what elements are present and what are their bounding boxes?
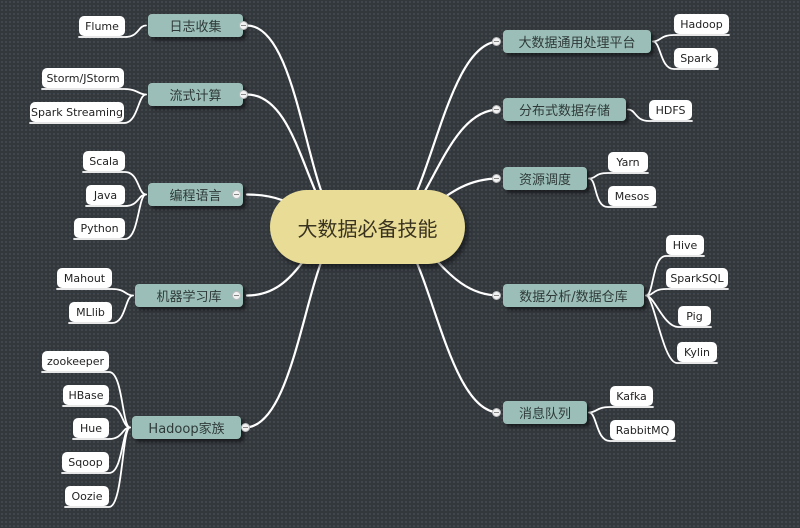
- branch-ml-libraries[interactable]: 机器学习库: [135, 284, 243, 307]
- leaf-label: Pig: [686, 309, 703, 323]
- leaf-label: HBase: [68, 388, 104, 402]
- leaf-spark-streaming[interactable]: Spark Streaming: [30, 102, 124, 122]
- leaf-label: Mahout: [63, 271, 106, 285]
- leaf-oozie[interactable]: Oozie: [65, 486, 109, 506]
- leaf-rabbitmq[interactable]: RabbitMQ: [610, 420, 675, 440]
- mindmap-canvas: 大数据必备技能 日志收集 流式计算 编程语言 机器学习库 Hadoop家族 Fl…: [0, 0, 800, 528]
- collapse-toggle-icon[interactable]: [241, 423, 250, 432]
- leaf-sqoop[interactable]: Sqoop: [62, 452, 109, 472]
- leaf-label: Oozie: [71, 489, 103, 503]
- branch-leaf-connector: [645, 288, 729, 297]
- branch-label: 分布式数据存储: [518, 104, 610, 119]
- branch-distributed-storage[interactable]: 分布式数据存储: [503, 98, 626, 121]
- leaf-java[interactable]: Java: [86, 185, 125, 205]
- branch-data-analysis-warehouse[interactable]: 数据分析/数据仓库: [503, 284, 644, 307]
- branch-leaf-connector: [588, 406, 654, 414]
- leaf-label: Yarn: [616, 155, 640, 169]
- branch-label: 编程语言: [169, 189, 222, 204]
- branch-label: 流式计算: [169, 89, 222, 104]
- collapse-toggle-icon[interactable]: [232, 190, 241, 199]
- branch-resource-scheduling[interactable]: 资源调度: [503, 167, 587, 190]
- leaf-spark[interactable]: Spark: [674, 48, 718, 68]
- leaf-hbase[interactable]: HBase: [63, 385, 109, 405]
- collapse-toggle-icon[interactable]: [239, 90, 248, 99]
- leaf-kylin[interactable]: Kylin: [677, 342, 717, 362]
- branch-programming-languages[interactable]: 编程语言: [148, 183, 243, 206]
- leaf-sparksql[interactable]: SparkSQL: [666, 268, 728, 288]
- leaf-label: Spark Streaming: [31, 105, 123, 119]
- branch-leaf-connector: [56, 288, 134, 297]
- leaf-zookeeper[interactable]: zookeeper: [42, 351, 109, 371]
- root-topic-label: 大数据必备技能: [297, 216, 438, 241]
- branch-log-collection[interactable]: 日志收集: [148, 14, 243, 37]
- leaf-kafka[interactable]: Kafka: [610, 386, 653, 406]
- leaf-label: Scala: [89, 154, 119, 168]
- branch-stream-computing[interactable]: 流式计算: [148, 83, 243, 106]
- collapse-toggle-icon[interactable]: [492, 291, 501, 300]
- branch-label: 机器学习库: [156, 290, 222, 305]
- leaf-hadoop[interactable]: Hadoop: [674, 14, 729, 34]
- branch-label: 日志收集: [169, 20, 222, 35]
- leaf-yarn[interactable]: Yarn: [608, 152, 648, 172]
- leaf-label: Storm/JStorm: [46, 71, 120, 85]
- leaf-label: MLlib: [76, 305, 105, 319]
- collapse-toggle-icon[interactable]: [232, 291, 241, 300]
- leaf-label: Flume: [85, 19, 119, 33]
- leaf-label: Sqoop: [68, 455, 103, 469]
- leaf-flume[interactable]: Flume: [79, 16, 125, 36]
- leaf-label: zookeeper: [46, 354, 105, 368]
- leaf-storm-jstorm[interactable]: Storm/JStorm: [42, 68, 124, 88]
- leaf-label: Python: [80, 221, 119, 235]
- leaf-label: Hue: [80, 421, 103, 435]
- leaf-scala[interactable]: Scala: [83, 151, 125, 171]
- collapse-toggle-icon[interactable]: [239, 21, 248, 30]
- leaf-label: Hive: [672, 238, 698, 252]
- leaf-label: Spark: [680, 51, 712, 65]
- leaf-mahout[interactable]: Mahout: [57, 268, 112, 288]
- branch-label: Hadoop家族: [148, 422, 225, 437]
- root-topic[interactable]: 大数据必备技能: [270, 190, 465, 264]
- branch-leaf-connector: [588, 172, 649, 180]
- leaf-label: Kylin: [684, 345, 711, 359]
- leaf-label: RabbitMQ: [615, 423, 670, 437]
- branch-message-queue[interactable]: 消息队列: [503, 401, 587, 424]
- leaf-label: SparkSQL: [670, 271, 724, 285]
- branch-label: 消息队列: [518, 407, 571, 422]
- branch-leaf-connector: [41, 88, 147, 96]
- leaf-hive[interactable]: Hive: [666, 235, 704, 255]
- branch-hadoop-family[interactable]: Hadoop家族: [132, 416, 241, 439]
- leaf-label: Mesos: [614, 189, 650, 203]
- leaf-hue[interactable]: Hue: [73, 418, 109, 438]
- leaf-python[interactable]: Python: [74, 218, 125, 238]
- branch-label: 资源调度: [518, 173, 571, 188]
- branch-label: 数据分析/数据仓库: [519, 290, 628, 305]
- leaf-label: Java: [93, 188, 118, 202]
- collapse-toggle-icon[interactable]: [492, 105, 501, 114]
- leaf-label: Hadoop: [680, 17, 723, 31]
- leaf-hdfs[interactable]: HDFS: [649, 100, 692, 120]
- leaf-mesos[interactable]: Mesos: [608, 186, 656, 206]
- leaf-label: HDFS: [655, 103, 686, 117]
- branch-big-data-platforms[interactable]: 大数据通用处理平台: [503, 30, 651, 53]
- leaf-pig[interactable]: Pig: [678, 306, 711, 326]
- leaf-mllib[interactable]: MLlib: [69, 302, 112, 322]
- leaf-label: Kafka: [616, 389, 647, 403]
- collapse-toggle-icon[interactable]: [492, 37, 501, 46]
- collapse-toggle-icon[interactable]: [492, 174, 501, 183]
- collapse-toggle-icon[interactable]: [492, 408, 501, 417]
- branch-label: 大数据通用处理平台: [518, 36, 636, 51]
- branch-leaf-connector: [652, 34, 730, 43]
